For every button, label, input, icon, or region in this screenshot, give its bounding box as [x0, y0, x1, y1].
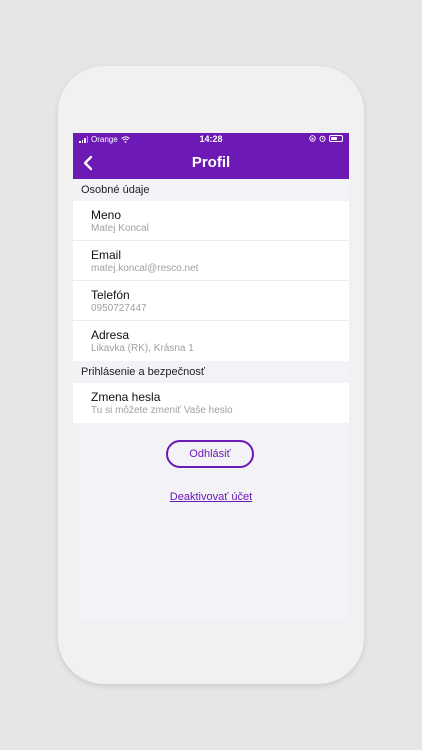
alarm-icon [319, 135, 326, 142]
row-name[interactable]: Meno Matej Koncal [73, 201, 349, 241]
row-label: Telefón [91, 288, 130, 302]
section-header-security: Prihlásenie a bezpečnosť [81, 366, 205, 378]
row-label: Zmena hesla [91, 390, 161, 404]
row-label: Email [91, 248, 122, 262]
orientation-lock-icon [309, 135, 316, 142]
row-value: Matej Koncal [91, 223, 149, 234]
section-header-personal: Osobné údaje [81, 184, 150, 196]
row-phone[interactable]: Telefón 0950727447 [73, 281, 349, 321]
status-bar: Orange 14:28 [73, 133, 349, 147]
row-address[interactable]: Adresa Likavka (RK), Krásna 1 [73, 321, 349, 361]
row-email[interactable]: Email matej.koncal@resco.net [73, 241, 349, 281]
logout-button[interactable]: Odhlásiť [166, 440, 254, 468]
row-label: Adresa [91, 328, 130, 342]
app-screen: Orange 14:28 Profil Osobné údaje Meno Ma… [73, 133, 349, 621]
row-value: Tu si môžete zmeniť Vaše heslo [91, 405, 233, 416]
battery-fill [331, 137, 337, 140]
status-right [309, 135, 343, 142]
nav-bar: Profil [73, 147, 349, 179]
row-value: 0950727447 [91, 303, 147, 314]
battery-icon [329, 135, 343, 142]
row-change-password[interactable]: Zmena hesla Tu si môžete zmeniť Vaše hes… [73, 383, 349, 423]
deactivate-account-link[interactable]: Deaktivovať účet [73, 491, 349, 503]
row-value: matej.koncal@resco.net [91, 263, 199, 274]
app-header: Orange 14:28 Profil [73, 133, 349, 179]
page-title: Profil [191, 154, 231, 171]
row-label: Meno [91, 208, 122, 222]
row-value: Likavka (RK), Krásna 1 [91, 343, 194, 354]
status-time: 14:28 [199, 134, 223, 144]
